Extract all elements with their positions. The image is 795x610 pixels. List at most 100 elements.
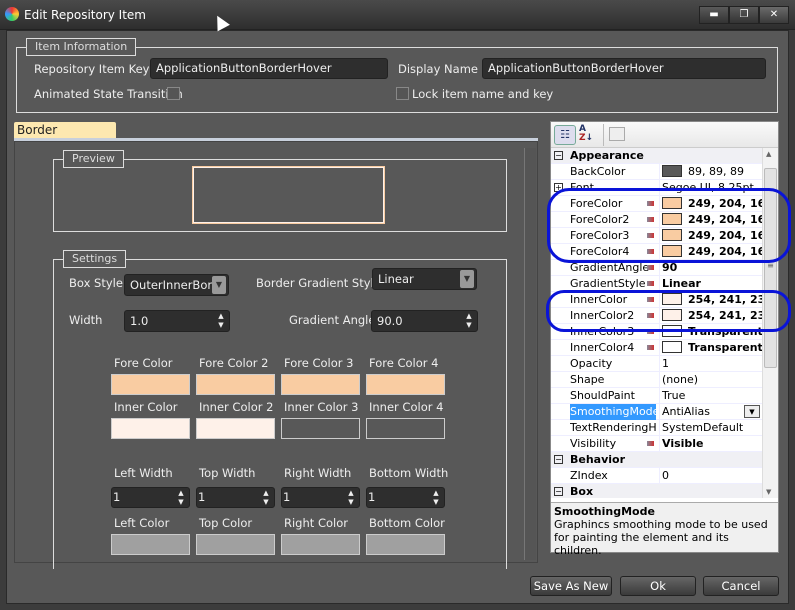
property-value[interactable]: 1 <box>659 356 762 372</box>
modified-marker-icon <box>647 441 654 446</box>
property-name: BackColor <box>570 165 626 178</box>
gradient-angle-value: 90.0 <box>377 314 403 328</box>
spinner-arrows-icon[interactable]: ▲ ▼ <box>463 312 475 330</box>
property-row[interactable]: InnerColor4 Transparent <box>551 340 762 356</box>
chevron-down-icon[interactable]: ▼ <box>212 276 226 294</box>
fore-swatch[interactable] <box>111 374 190 395</box>
property-category[interactable]: − Appearance <box>551 148 762 164</box>
property-row[interactable]: ShouldPaint True <box>551 388 762 404</box>
fore-swatch[interactable] <box>366 374 445 395</box>
property-row[interactable]: SmoothingMode AntiAlias ▼ <box>551 404 762 420</box>
property-name: ZIndex <box>570 469 608 482</box>
property-name: Box <box>570 485 594 498</box>
widths-spinner[interactable]: 1 ▲ ▼ <box>281 487 360 508</box>
widths-spinner[interactable]: 1 ▲ ▼ <box>196 487 275 508</box>
property-value[interactable]: 0 <box>659 468 762 484</box>
lock-item-label: Lock item name and key <box>412 87 554 101</box>
property-row[interactable]: Shape (none) <box>551 372 762 388</box>
spinner-arrows-icon[interactable]: ▲ ▼ <box>430 489 442 507</box>
display-name-input[interactable]: ApplicationButtonBorderHover <box>482 58 766 79</box>
gradient-angle-spinner[interactable]: 90.0 ▲ ▼ <box>371 310 478 332</box>
property-value-text: 89, 89, 89 <box>688 165 744 178</box>
side_colors-swatch[interactable] <box>281 534 360 555</box>
property-value[interactable]: (none) <box>659 372 762 388</box>
color-swatch <box>662 165 682 177</box>
property-row[interactable]: Opacity 1 <box>551 356 762 372</box>
inner-swatch[interactable] <box>281 418 360 439</box>
minimize-button[interactable]: ▬ <box>699 6 729 24</box>
scroll-down-icon[interactable]: ▼ <box>766 488 771 496</box>
panel-scrollbar[interactable] <box>524 148 536 560</box>
categorized-icon[interactable]: ☷ <box>554 125 576 145</box>
inner-label: Inner Color 4 <box>369 400 444 414</box>
property-grid: ☷ A Z↓ − Appearance BackColor 89, 89, 89 + Fon… <box>550 121 779 557</box>
property-name: ShouldPaint <box>570 389 635 402</box>
property-name: Appearance <box>570 149 644 162</box>
collapse-icon[interactable]: − <box>554 151 563 160</box>
ok-button[interactable]: Ok <box>620 576 696 596</box>
property-row[interactable]: ZIndex 0 <box>551 468 762 484</box>
display-name-label: Display Name : <box>398 62 486 76</box>
property-value-text: SystemDefault <box>662 421 744 434</box>
inner-swatch[interactable] <box>111 418 190 439</box>
spinner-arrows-icon[interactable]: ▲ ▼ <box>175 489 187 507</box>
side_colors-swatch[interactable] <box>111 534 190 555</box>
property-row[interactable]: Visibility Visible <box>551 436 762 452</box>
inner-swatch[interactable] <box>366 418 445 439</box>
animated-transition-checkbox[interactable] <box>167 87 180 100</box>
inner-label: Inner Color <box>114 400 178 414</box>
property-category[interactable]: − Box <box>551 484 762 498</box>
property-value[interactable]: SystemDefault <box>659 420 762 436</box>
property-name: SmoothingMode <box>570 404 656 420</box>
fore-label: Fore Color 3 <box>284 356 354 370</box>
repository-key-input[interactable]: ApplicationButtonBorderHover <box>150 58 388 79</box>
scroll-up-icon[interactable]: ▲ <box>766 150 771 158</box>
property-pages-icon[interactable] <box>609 127 625 141</box>
property-name: Opacity <box>570 357 613 370</box>
side_colors-swatch[interactable] <box>366 534 445 555</box>
width-label: Width <box>69 313 103 327</box>
width-value: 1 <box>368 490 376 504</box>
sort-alphabetical-icon[interactable]: A Z↓ <box>579 125 599 145</box>
collapse-icon[interactable]: − <box>554 487 563 496</box>
property-value-text: Visible <box>662 437 704 450</box>
fore-label: Fore Color <box>114 356 173 370</box>
lock-item-checkbox[interactable] <box>396 87 409 100</box>
spinner-arrows-icon[interactable]: ▲ ▼ <box>260 489 272 507</box>
title-bar: Edit Repository Item ▬ ❐ ✕ <box>0 0 795 30</box>
spinner-arrows-icon[interactable]: ▲ ▼ <box>215 312 227 330</box>
chevron-down-icon[interactable]: ▼ <box>744 405 760 418</box>
property-row[interactable]: TextRenderingHint SystemDefault <box>551 420 762 436</box>
side_colors-swatch[interactable] <box>196 534 275 555</box>
collapse-icon[interactable]: − <box>554 455 563 464</box>
property-value[interactable]: Transparent <box>659 340 762 356</box>
widths-spinner[interactable]: 1 ▲ ▼ <box>111 487 190 508</box>
side_colors-label: Right Color <box>284 516 348 530</box>
fore-swatch[interactable] <box>281 374 360 395</box>
fore-swatch[interactable] <box>196 374 275 395</box>
maximize-button[interactable]: ❐ <box>729 6 759 24</box>
save-as-new-button[interactable]: Save As New <box>530 576 612 596</box>
chevron-down-icon[interactable]: ▼ <box>460 270 474 288</box>
spinner-arrows-icon[interactable]: ▲ ▼ <box>345 489 357 507</box>
cancel-button[interactable]: Cancel <box>703 576 779 596</box>
property-value[interactable]: 89, 89, 89 <box>659 164 762 180</box>
property-category[interactable]: − Behavior <box>551 452 762 468</box>
gradient-style-select[interactable]: Linear ▼ <box>372 268 477 290</box>
preview-box <box>193 167 384 223</box>
property-value[interactable]: Visible <box>659 436 762 452</box>
highlight-forecolors <box>547 188 791 263</box>
width-spinner[interactable]: 1.0 ▲ ▼ <box>124 310 230 332</box>
property-name: Visibility <box>570 437 617 450</box>
property-value-text: 1 <box>662 357 669 370</box>
inner-swatch[interactable] <box>196 418 275 439</box>
property-grid-toolbar: ☷ A Z↓ <box>551 122 778 148</box>
widths-label: Left Width <box>114 466 173 480</box>
box-style-select[interactable]: OuterInnerBord ▼ <box>124 274 229 296</box>
close-button[interactable]: ✕ <box>759 6 789 24</box>
toolbar-divider <box>603 124 604 146</box>
property-value[interactable]: True <box>659 388 762 404</box>
widths-spinner[interactable]: 1 ▲ ▼ <box>366 487 445 508</box>
property-row[interactable]: BackColor 89, 89, 89 <box>551 164 762 180</box>
box-style-label: Box Style <box>69 276 123 290</box>
